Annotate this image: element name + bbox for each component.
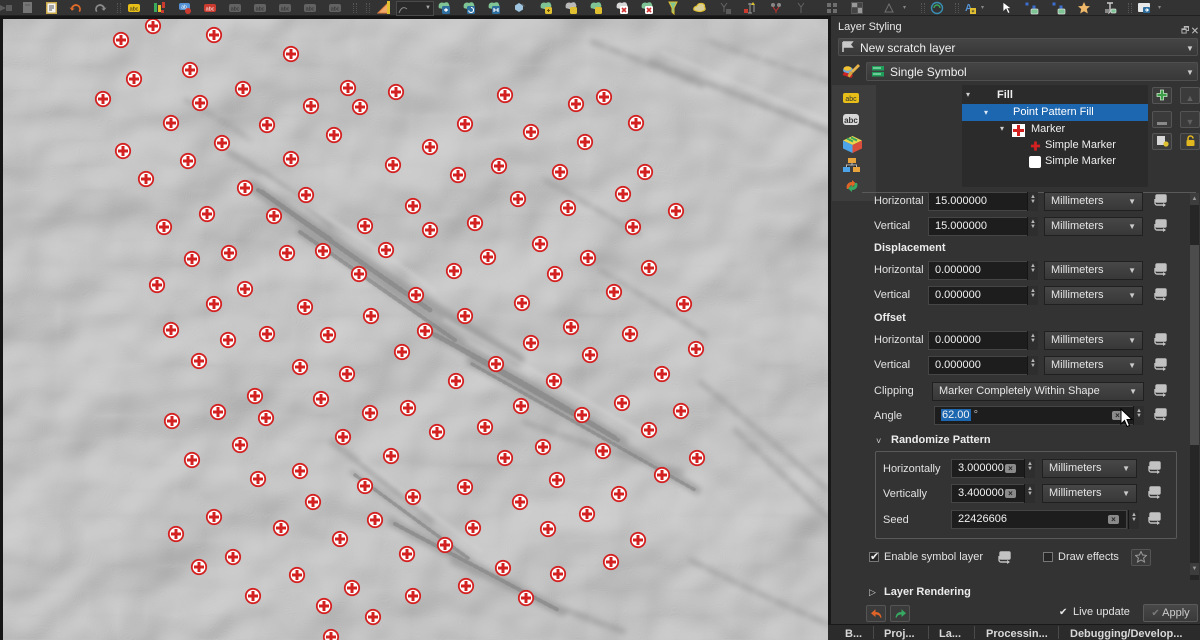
svg-text:abc: abc <box>231 7 240 13</box>
svg-text:abc: abc <box>130 7 139 13</box>
svg-text:abc: abc <box>206 7 215 13</box>
svg-text:abc: abc <box>281 7 290 13</box>
svg-text:abc: abc <box>306 7 315 13</box>
svg-text:abc: abc <box>845 96 857 103</box>
svg-text:abc: abc <box>256 7 265 13</box>
svg-text:abc: abc <box>844 116 858 125</box>
svg-text:abc: abc <box>331 7 340 13</box>
svg-text:✶: ✶ <box>971 9 975 15</box>
